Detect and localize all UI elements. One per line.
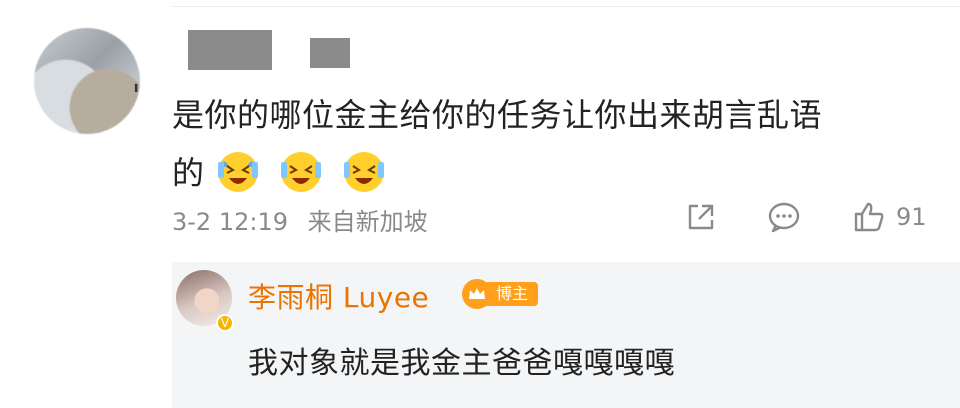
commenter-avatar[interactable] <box>34 28 140 134</box>
comment-timestamp: 3-2 12:19 <box>172 208 288 236</box>
share-button[interactable] <box>684 200 718 234</box>
comment-bubble-icon <box>768 202 800 233</box>
censored-username-block <box>188 30 272 70</box>
censored-username-block <box>310 38 350 68</box>
like-count: 91 <box>896 203 927 231</box>
blogger-badge: 博主 <box>462 278 539 310</box>
comment-meta: 3-2 12:19 来自新加坡 <box>172 202 440 237</box>
laughing-crying-emoji-icon <box>280 152 321 192</box>
avatar-tick-mark: ' <box>132 79 141 114</box>
comment-text-line2: 的 <box>172 154 205 192</box>
comment-text: 是你的哪位金主给你的任务让你出来胡言乱语 的 <box>172 86 932 202</box>
comment-location: 来自新加坡 <box>307 208 428 236</box>
like-button[interactable]: 91 <box>852 200 927 234</box>
thumbs-up-icon <box>854 202 884 232</box>
comment-text-line2-row: 的 <box>172 144 932 202</box>
laughing-crying-emoji-icon <box>343 152 384 192</box>
verified-badge-icon: V <box>216 314 234 332</box>
top-divider <box>172 6 960 7</box>
comment-text-line1: 是你的哪位金主给你的任务让你出来胡言乱语 <box>172 96 823 134</box>
reply-text: 我对象就是我金主爸爸嘎嘎嘎嘎 <box>248 346 675 381</box>
share-icon <box>688 204 714 230</box>
reply-author-name[interactable]: 李雨桐 Luyee <box>248 276 429 316</box>
laughing-crying-emoji-icon <box>218 152 259 192</box>
reply-button[interactable] <box>766 200 802 234</box>
crown-icon <box>462 279 492 309</box>
